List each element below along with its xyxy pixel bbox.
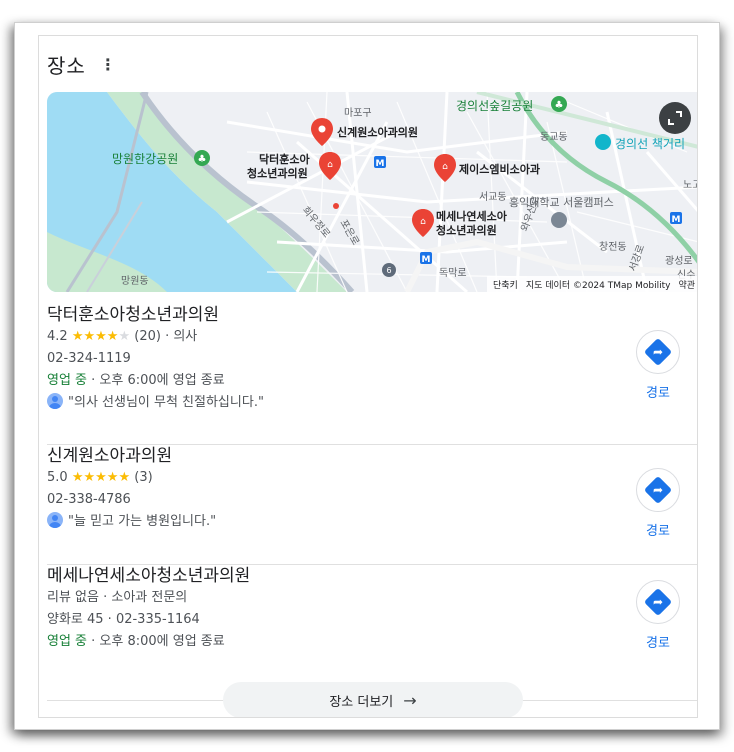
window-frame: 장소 ⋮ M M M ♣ ♣ ⌂ ⌂ ⌂ 마포구 동교동 서교동 창전동 광성로… <box>14 22 720 730</box>
open-status: 영업 중 <box>47 373 88 388</box>
map-data-credit: 지도 데이터 ©2024 TMap Mobility <box>525 280 671 291</box>
place-rating-line: 4.2 ★★★★★ (20) · 의사 <box>47 326 697 348</box>
directions-icon: ➦ <box>636 330 680 374</box>
review-snippet: "의사 선생님이 무척 친절하십니다." <box>47 392 697 414</box>
place-meta: 리뷰 없음 · 소아과 전문의 <box>47 590 188 605</box>
closing-time: · 오후 8:00에 영업 종료 <box>87 634 225 649</box>
more-places-label: 장소 더보기 <box>329 694 394 710</box>
svg-text:⌂: ⌂ <box>442 162 448 172</box>
place-category: · 의사 <box>160 329 198 344</box>
place-hours-line: 영업 중 · 오후 8:00에 영업 종료 <box>47 631 697 653</box>
reviewer-avatar-icon <box>47 393 63 409</box>
map-terms-link[interactable]: 약관 <box>678 278 695 291</box>
place-item[interactable]: 신계원소아과의원 5.0 ★★★★★ (3) 02-338-4786 "늘 믿고… <box>47 445 697 533</box>
place-item[interactable]: 메세나연세소아청소년과의원 리뷰 없음 · 소아과 전문의 양화로 45 · 0… <box>47 565 697 653</box>
place-name[interactable]: 메세나연세소아청소년과의원 <box>47 565 697 587</box>
map-label-seogyo: 서교동 <box>479 191 507 203</box>
directions-icon: ➦ <box>636 468 680 512</box>
directions-label: 경로 <box>646 636 670 651</box>
review-text: "늘 믿고 가는 병원입니다." <box>68 514 217 529</box>
svg-text:M: M <box>376 159 385 169</box>
pin-label-1: 신계원소아과의원 <box>337 125 418 139</box>
closing-time: · 오후 6:00에 영업 종료 <box>87 373 225 388</box>
more-vert-icon[interactable]: ⋮ <box>100 55 116 74</box>
svg-text:♣: ♣ <box>555 100 564 111</box>
arrow-right-icon: → <box>403 690 417 710</box>
map-label-donggyo: 동교동 <box>540 131 568 143</box>
svg-text:⌂: ⌂ <box>327 160 333 170</box>
place-hours-line: 영업 중 · 오후 6:00에 영업 종료 <box>47 370 697 392</box>
more-places-button[interactable]: 장소 더보기 → <box>223 682 523 717</box>
rating-value: 5.0 <box>47 470 68 485</box>
map-label-changjeon: 창전동 <box>599 241 627 253</box>
map-label-nogo: 노고 <box>683 179 698 191</box>
directions-button[interactable]: ➦ 경로 <box>635 330 681 401</box>
place-item[interactable]: 닥터훈소아청소년과의원 4.2 ★★★★★ (20) · 의사 02-324-1… <box>47 304 697 414</box>
fullscreen-icon[interactable] <box>659 102 691 134</box>
route-6-badge: 6 <box>386 266 391 275</box>
review-count[interactable]: (20) <box>134 329 161 344</box>
card-title: 장소 <box>47 54 86 78</box>
map-label-station: 경의선 책거리 <box>615 136 685 151</box>
map-label-dongmak: 독막로 <box>439 267 467 279</box>
map-label-park2: 망원한강공원 <box>112 152 178 166</box>
rating-value: 4.2 <box>47 329 68 344</box>
pin-label-2a: 닥터훈소아 <box>259 152 310 166</box>
map-label-park1: 경의선숲길공원 <box>456 99 533 113</box>
map-label-mangwon: 망원동 <box>121 275 149 287</box>
map-graphic: M M M ♣ ♣ ⌂ ⌂ ⌂ 마포구 동교동 서교동 창전동 광성로 망원동 … <box>47 92 698 292</box>
map-label-gwangsan: 광성로 <box>665 255 693 267</box>
open-status: 영업 중 <box>47 634 88 649</box>
pin-label-2b: 청소년과의원 <box>247 166 308 180</box>
review-count[interactable]: (3) <box>134 470 152 485</box>
directions-label: 경로 <box>646 524 670 539</box>
map-label-univ: 홍익대학교 서울캠퍼스 <box>509 195 614 209</box>
rating-stars: ★★★★ <box>71 329 119 344</box>
map-attribution: 단축키 지도 데이터 ©2024 TMap Mobility 약관 <box>487 276 697 292</box>
place-rating-line: 5.0 ★★★★★ (3) <box>47 467 697 489</box>
place-name[interactable]: 신계원소아과의원 <box>47 445 697 467</box>
reviewer-avatar-icon <box>47 512 63 528</box>
map[interactable]: M M M ♣ ♣ ⌂ ⌂ ⌂ 마포구 동교동 서교동 창전동 광성로 망원동 … <box>47 92 698 292</box>
pin-label-3: 제이스엠비소아과 <box>459 162 540 176</box>
svg-text:M: M <box>672 215 681 225</box>
place-phone: 02-338-4786 <box>47 492 131 507</box>
place-phone: 02-324-1119 <box>47 351 131 366</box>
card-header: 장소 ⋮ <box>47 50 116 79</box>
rating-stars: ★★★★★ <box>71 470 131 485</box>
place-address: 양화로 45 · 02-335-1164 <box>47 612 200 627</box>
svg-text:♣: ♣ <box>198 154 207 165</box>
directions-label: 경로 <box>646 386 670 401</box>
place-name[interactable]: 닥터훈소아청소년과의원 <box>47 304 697 326</box>
pin-label-4b: 청소년과의원 <box>436 223 497 237</box>
directions-button[interactable]: ➦ 경로 <box>635 468 681 539</box>
map-shortcuts-link[interactable]: 단축키 <box>493 278 518 291</box>
rating-star-empty: ★ <box>118 329 131 344</box>
directions-button[interactable]: ➦ 경로 <box>635 580 681 651</box>
directions-icon: ➦ <box>636 580 680 624</box>
review-snippet: "늘 믿고 가는 병원입니다." <box>47 511 697 533</box>
review-text: "의사 선생님이 무척 친절하십니다." <box>68 395 264 410</box>
places-card: 장소 ⋮ M M M ♣ ♣ ⌂ ⌂ ⌂ 마포구 동교동 서교동 창전동 광성로… <box>38 35 698 718</box>
map-label-mapo: 마포구 <box>344 107 372 119</box>
svg-text:⌂: ⌂ <box>420 217 426 227</box>
pin-label-4a: 메세나연세소아 <box>436 209 508 223</box>
svg-text:M: M <box>422 255 431 265</box>
